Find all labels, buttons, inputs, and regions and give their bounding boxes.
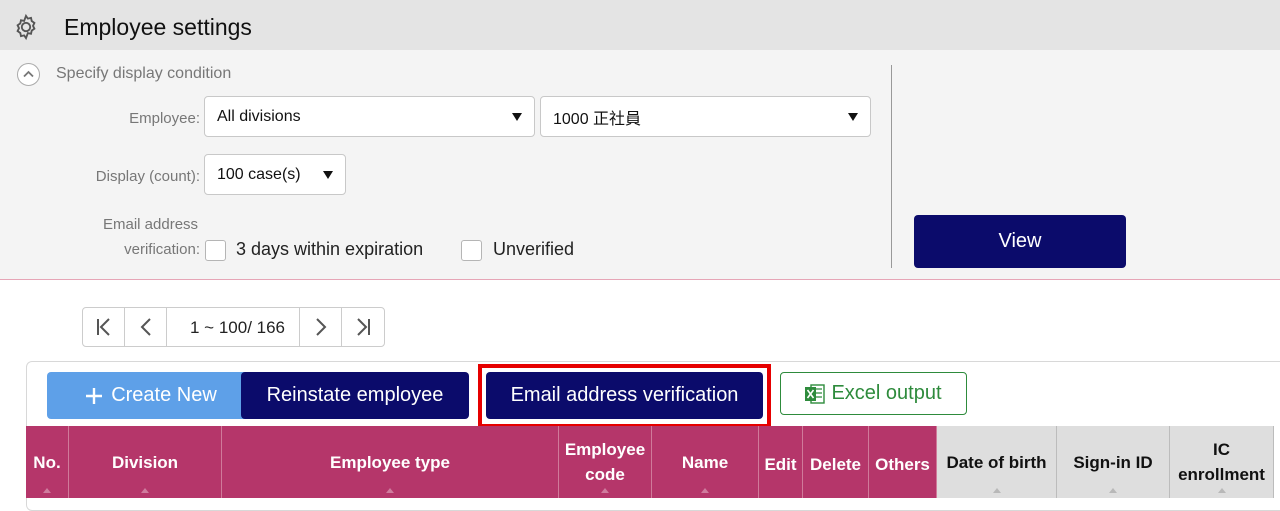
- prev-page-button[interactable]: [125, 308, 167, 346]
- checkbox-unverified-label: Unverified: [493, 239, 575, 259]
- display-count-label: Display (count):: [95, 168, 200, 185]
- condition-title: Specify display condition: [56, 65, 232, 82]
- column-header-edit: Edit: [759, 426, 803, 498]
- employee-type-select-value: 1000 正社員: [553, 110, 642, 128]
- sort-icon: [1109, 488, 1117, 493]
- column-label: Name: [681, 452, 729, 472]
- column-label: No.: [33, 452, 61, 472]
- view-button[interactable]: View: [914, 215, 1126, 268]
- plus-icon: [86, 387, 103, 404]
- reinstate-employee-button[interactable]: Reinstate employee: [241, 372, 469, 419]
- chevron-down-icon: [512, 112, 522, 121]
- column-header-ic-enrollment[interactable]: IC enrollment: [1170, 426, 1274, 498]
- sort-icon: [701, 488, 709, 493]
- excel-icon: [805, 383, 826, 404]
- column-label: Division: [111, 452, 179, 472]
- chevron-left-icon: [140, 318, 151, 336]
- count-select-value: 100 case(s): [217, 165, 301, 183]
- email-verification-label-line1: Email address: [103, 216, 199, 233]
- page-info: 1 ~ 100/ 166: [190, 318, 286, 337]
- sort-icon: [43, 488, 51, 493]
- column-header-division[interactable]: Division: [69, 426, 222, 498]
- gear-icon[interactable]: [12, 13, 40, 41]
- column-label: Employee type: [330, 452, 450, 472]
- column-label: Date of birth: [946, 452, 1047, 472]
- column-label: Edit: [764, 454, 797, 474]
- excel-output-label: Excel output: [831, 382, 942, 404]
- column-label: Delete: [809, 454, 862, 474]
- checkbox-3-days[interactable]: [205, 240, 226, 261]
- first-page-button[interactable]: [83, 308, 125, 346]
- column-header-sign-in-id[interactable]: Sign-in ID: [1057, 426, 1170, 498]
- last-page-button[interactable]: [341, 308, 384, 346]
- employee-label: Employee:: [129, 110, 200, 127]
- first-page-icon: [96, 318, 110, 336]
- page-header: Employee settings: [0, 0, 1280, 50]
- column-header-name[interactable]: Name: [652, 426, 759, 498]
- page-title: Employee settings: [64, 14, 252, 40]
- column-label: Employee code: [564, 440, 646, 484]
- create-new-label: Create New: [111, 384, 217, 406]
- collapse-toggle[interactable]: [17, 63, 40, 86]
- division-select[interactable]: All divisions: [204, 96, 535, 137]
- display-condition-panel: Specify display condition Employee: All …: [0, 50, 1280, 280]
- chevron-down-icon: [848, 112, 858, 121]
- sort-icon: [992, 488, 1001, 493]
- sort-icon: [386, 488, 394, 493]
- column-header-employee-code[interactable]: Employee code: [559, 426, 652, 498]
- next-page-button[interactable]: [299, 308, 341, 346]
- excel-output-button[interactable]: Excel output: [780, 372, 967, 415]
- chevron-down-icon: [323, 170, 333, 179]
- division-select-value: All divisions: [217, 107, 301, 125]
- column-header-no[interactable]: No.: [26, 426, 69, 498]
- chevron-right-icon: [315, 318, 326, 336]
- column-label: Sign-in ID: [1073, 452, 1153, 472]
- sort-icon: [1217, 488, 1226, 493]
- column-label: Others: [875, 454, 930, 474]
- count-select[interactable]: 100 case(s): [204, 154, 346, 195]
- column-header-employee-type[interactable]: Employee type: [222, 426, 559, 498]
- last-page-icon: [357, 318, 370, 336]
- checkbox-unverified[interactable]: [461, 240, 482, 261]
- email-verification-button[interactable]: Email address verification: [486, 372, 763, 419]
- chevron-up-icon: [23, 70, 34, 78]
- pagination: 1 ~ 100/ 166: [82, 307, 385, 347]
- sort-icon: [601, 488, 609, 493]
- divider: [891, 65, 892, 268]
- column-label: IC enrollment: [1178, 440, 1265, 484]
- column-header-date-of-birth[interactable]: Date of birth: [937, 426, 1057, 498]
- checkbox-3-days-label: 3 days within expiration: [236, 239, 424, 259]
- create-new-button[interactable]: Create New: [47, 372, 255, 419]
- column-header-others: Others: [869, 426, 937, 498]
- sort-icon: [141, 488, 149, 493]
- column-header-delete: Delete: [803, 426, 869, 498]
- employee-type-select[interactable]: 1000 正社員: [540, 96, 871, 137]
- email-verification-label-line2: verification:: [124, 241, 200, 258]
